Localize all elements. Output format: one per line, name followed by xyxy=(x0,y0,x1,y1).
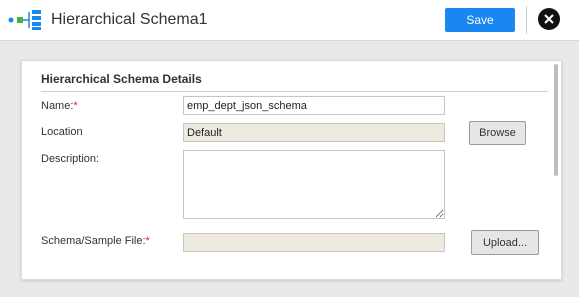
location-label: Location xyxy=(41,126,83,138)
schema-file-label-text: Schema/Sample File: xyxy=(41,235,146,247)
save-button[interactable]: Save xyxy=(445,8,515,32)
name-input[interactable] xyxy=(183,96,445,115)
scrollbar[interactable] xyxy=(554,64,558,176)
header-divider xyxy=(526,6,527,34)
section-divider xyxy=(41,91,548,92)
location-field[interactable] xyxy=(183,123,445,142)
schema-file-label: Schema/Sample File:* xyxy=(41,235,150,247)
name-label-text: Name: xyxy=(41,100,74,112)
schema-details-panel: Hierarchical Schema Details Name:* Locat… xyxy=(21,60,562,280)
hierarchical-schema-icon xyxy=(8,10,41,30)
description-label: Description: xyxy=(41,153,100,165)
description-textarea[interactable] xyxy=(183,150,445,219)
required-mark: * xyxy=(145,235,150,247)
browse-button[interactable]: Browse xyxy=(469,121,526,145)
close-icon xyxy=(544,14,554,24)
header-bar: Hierarchical Schema1 Save xyxy=(0,0,579,41)
required-mark: * xyxy=(73,100,78,112)
upload-button[interactable]: Upload... xyxy=(471,230,539,255)
close-button[interactable] xyxy=(538,8,560,30)
page-title: Hierarchical Schema1 xyxy=(51,11,208,28)
name-label: Name:* xyxy=(41,100,78,112)
schema-file-field[interactable] xyxy=(183,233,445,252)
section-title: Hierarchical Schema Details xyxy=(41,72,202,86)
